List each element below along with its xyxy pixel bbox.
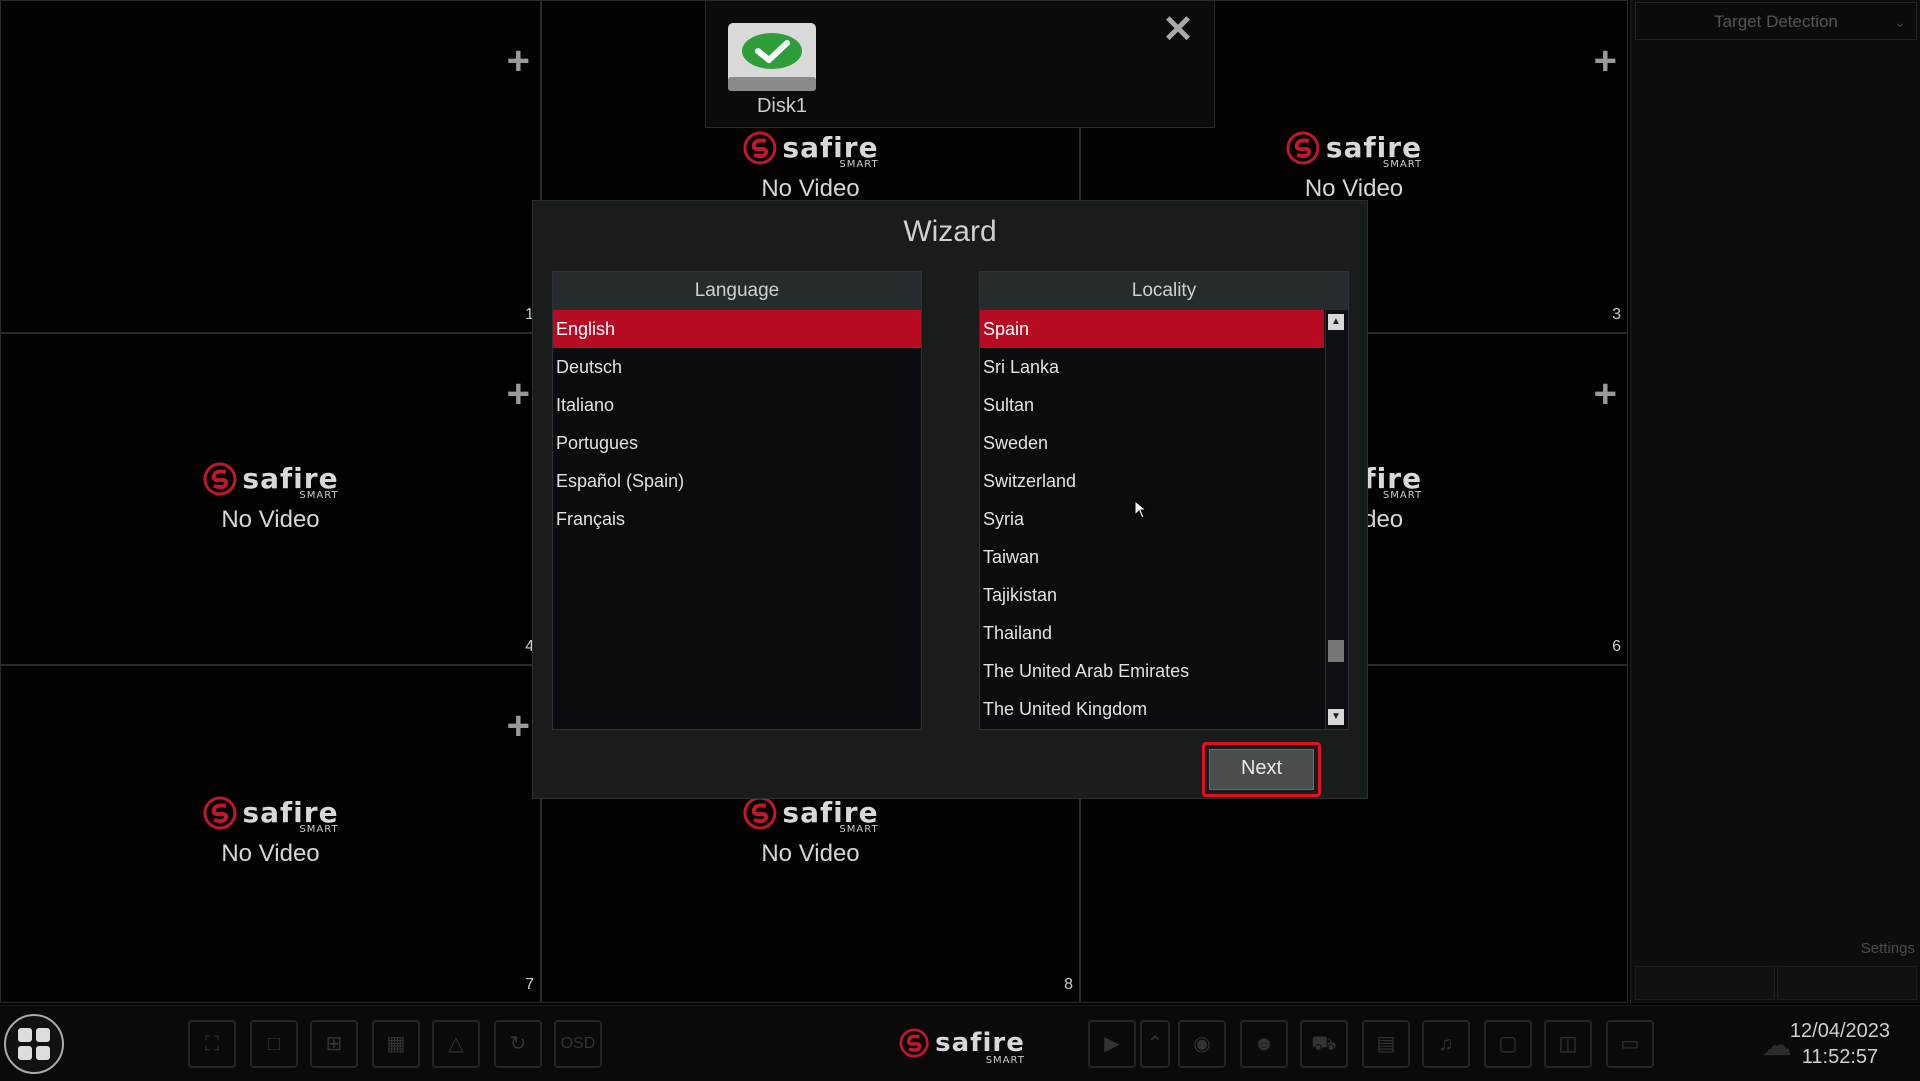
close-icon[interactable]: ✕ [1162,11,1194,49]
side-panel-button-2[interactable] [1777,966,1917,1000]
no-video-label: No Video [1304,175,1404,202]
settings-link[interactable]: Settings [1861,940,1915,957]
cloud-upload-icon[interactable]: ☁ [1762,1028,1792,1063]
language-item-english[interactable]: English [553,310,921,348]
mouse-cursor-icon [1134,500,1148,519]
safire-logo: safire SMART [202,462,338,501]
no-video-label: No Video [221,840,320,867]
side-panel: Target Detection ⌄ Settings [1630,0,1920,1003]
language-item-portugues[interactable]: Portugues [553,424,921,462]
start-menu-button[interactable] [4,1014,64,1074]
time-label: 11:52:57 [1801,1046,1879,1068]
wizard-dialog: Wizard Language English Deutsch Italiano… [532,200,1368,799]
add-camera-icon[interactable]: + [507,706,530,746]
language-header: Language [553,272,921,310]
next-button-highlight: Next [1202,742,1321,797]
locality-item-sri-lanka[interactable]: Sri Lanka [980,348,1324,386]
network-icon[interactable]: ◫ [1544,1020,1592,1068]
alarm-icon[interactable]: ♫ [1422,1020,1470,1068]
face-icon[interactable]: ☻ [1240,1020,1288,1068]
safire-logo: safire SMART [899,1028,1025,1066]
grid-icon [18,1028,50,1060]
safire-s-icon [742,796,776,830]
locality-item-spain[interactable]: Spain [980,310,1324,348]
language-item-espanol[interactable]: Español (Spain) [553,462,921,500]
osd-icon[interactable]: OSD [554,1020,602,1068]
locality-item-uae[interactable]: The United Arab Emirates [980,652,1324,690]
layout-4-icon[interactable]: ⊞ [310,1020,358,1068]
safire-s-icon [742,131,776,165]
language-panel: Language English Deutsch Italiano Portug… [552,271,922,730]
locality-item-uk[interactable]: The United Kingdom [980,690,1324,728]
channel-number: 3 [1612,306,1621,323]
locality-list: Spain Sri Lanka Sultan Sweden Switzerlan… [980,310,1324,728]
safire-s-icon [202,796,236,830]
check-disk-icon[interactable] [726,21,818,93]
expand-up-icon[interactable]: ⌃ [1140,1020,1170,1068]
record-icon[interactable]: ◉ [1178,1020,1226,1068]
layout-1-icon[interactable]: □ [250,1020,298,1068]
safire-logo: safire SMART [742,796,878,835]
chevron-down-icon: ⌄ [1894,14,1906,30]
storage-icon[interactable]: ▤ [1362,1020,1410,1068]
scroll-up-icon[interactable]: ▲ [1328,314,1344,330]
safire-s-icon [1286,131,1320,165]
safire-logo: safire SMART [202,796,338,835]
safire-logo: safire SMART [742,131,878,170]
safire-s-icon [202,462,236,496]
language-item-francais[interactable]: Français [553,500,921,538]
disk-label: Disk1 [756,95,807,117]
locality-scrollbar[interactable]: ▲ ▼ [1325,310,1348,729]
playback-icon[interactable]: ▶ [1088,1020,1136,1068]
monitor-icon[interactable]: ▭ [1606,1020,1654,1068]
scroll-thumb[interactable] [1328,640,1344,662]
channel-7[interactable]: + safire SMART No Video 7 [0,665,541,1003]
language-item-italiano[interactable]: Italiano [553,386,921,424]
no-video-label: No Video [221,506,320,533]
locality-item-tajikistan[interactable]: Tajikistan [980,576,1324,614]
no-video-label: No Video [761,175,860,202]
dropdown-value: Target Detection [1714,12,1838,31]
locality-header: Locality [980,272,1348,310]
locality-item-syria[interactable]: Syria [980,500,1324,538]
add-camera-icon[interactable]: + [1594,41,1617,81]
target-detection-dropdown[interactable]: Target Detection ⌄ [1635,2,1917,40]
safire-s-icon [899,1028,929,1058]
date-label: 12/04/2023 [1789,1020,1890,1042]
locality-item-taiwan[interactable]: Taiwan [980,538,1324,576]
no-video-label: No Video [761,840,860,867]
vehicle-icon[interactable]: ⛟ [1300,1020,1348,1068]
clock: 12/04/2023 11:52:57 [1790,1018,1890,1070]
locality-item-switzerland[interactable]: Switzerland [980,462,1324,500]
channel-number: 6 [1612,638,1621,655]
side-panel-button-1[interactable] [1635,966,1775,1000]
locality-item-thailand[interactable]: Thailand [980,614,1324,652]
add-camera-icon[interactable]: + [507,41,530,81]
side-panel-buttons [1635,966,1917,1000]
scroll-down-icon[interactable]: ▼ [1328,709,1344,725]
safire-logo: safire SMART [1286,131,1422,170]
wizard-title: Wizard [903,215,997,248]
locality-item-sweden[interactable]: Sweden [980,424,1324,462]
refresh-icon[interactable]: ↻ [494,1020,542,1068]
channel-number: 7 [525,976,534,993]
locality-item-sultan[interactable]: Sultan [980,386,1324,424]
fullscreen-icon[interactable]: ⛶ [188,1020,236,1068]
add-camera-icon[interactable]: + [1594,374,1617,414]
locality-panel: Locality Spain Sri Lanka Sultan Sweden S… [979,271,1349,730]
language-item-deutsch[interactable]: Deutsch [553,348,921,386]
next-button[interactable]: Next [1209,749,1314,790]
channel-1[interactable]: + 1 [0,0,541,333]
disk-icon[interactable]: ▢ [1484,1020,1532,1068]
channel-number: 8 [1064,976,1073,993]
disk-popup: Disk1 ✕ [705,0,1215,128]
add-camera-icon[interactable]: + [507,374,530,414]
layout-9-icon[interactable]: ▦ [372,1020,420,1068]
taskbar: ⛶ □ ⊞ ▦ △ ↻ OSD safire SMART ▶ ⌃ ◉ ☻ ⛟ ▤ … [0,1005,1920,1081]
channel-4[interactable]: + safire SMART No Video 4 [0,333,541,665]
sequence-icon[interactable]: △ [432,1020,480,1068]
language-list: English Deutsch Italiano Portugues Españ… [553,310,921,538]
